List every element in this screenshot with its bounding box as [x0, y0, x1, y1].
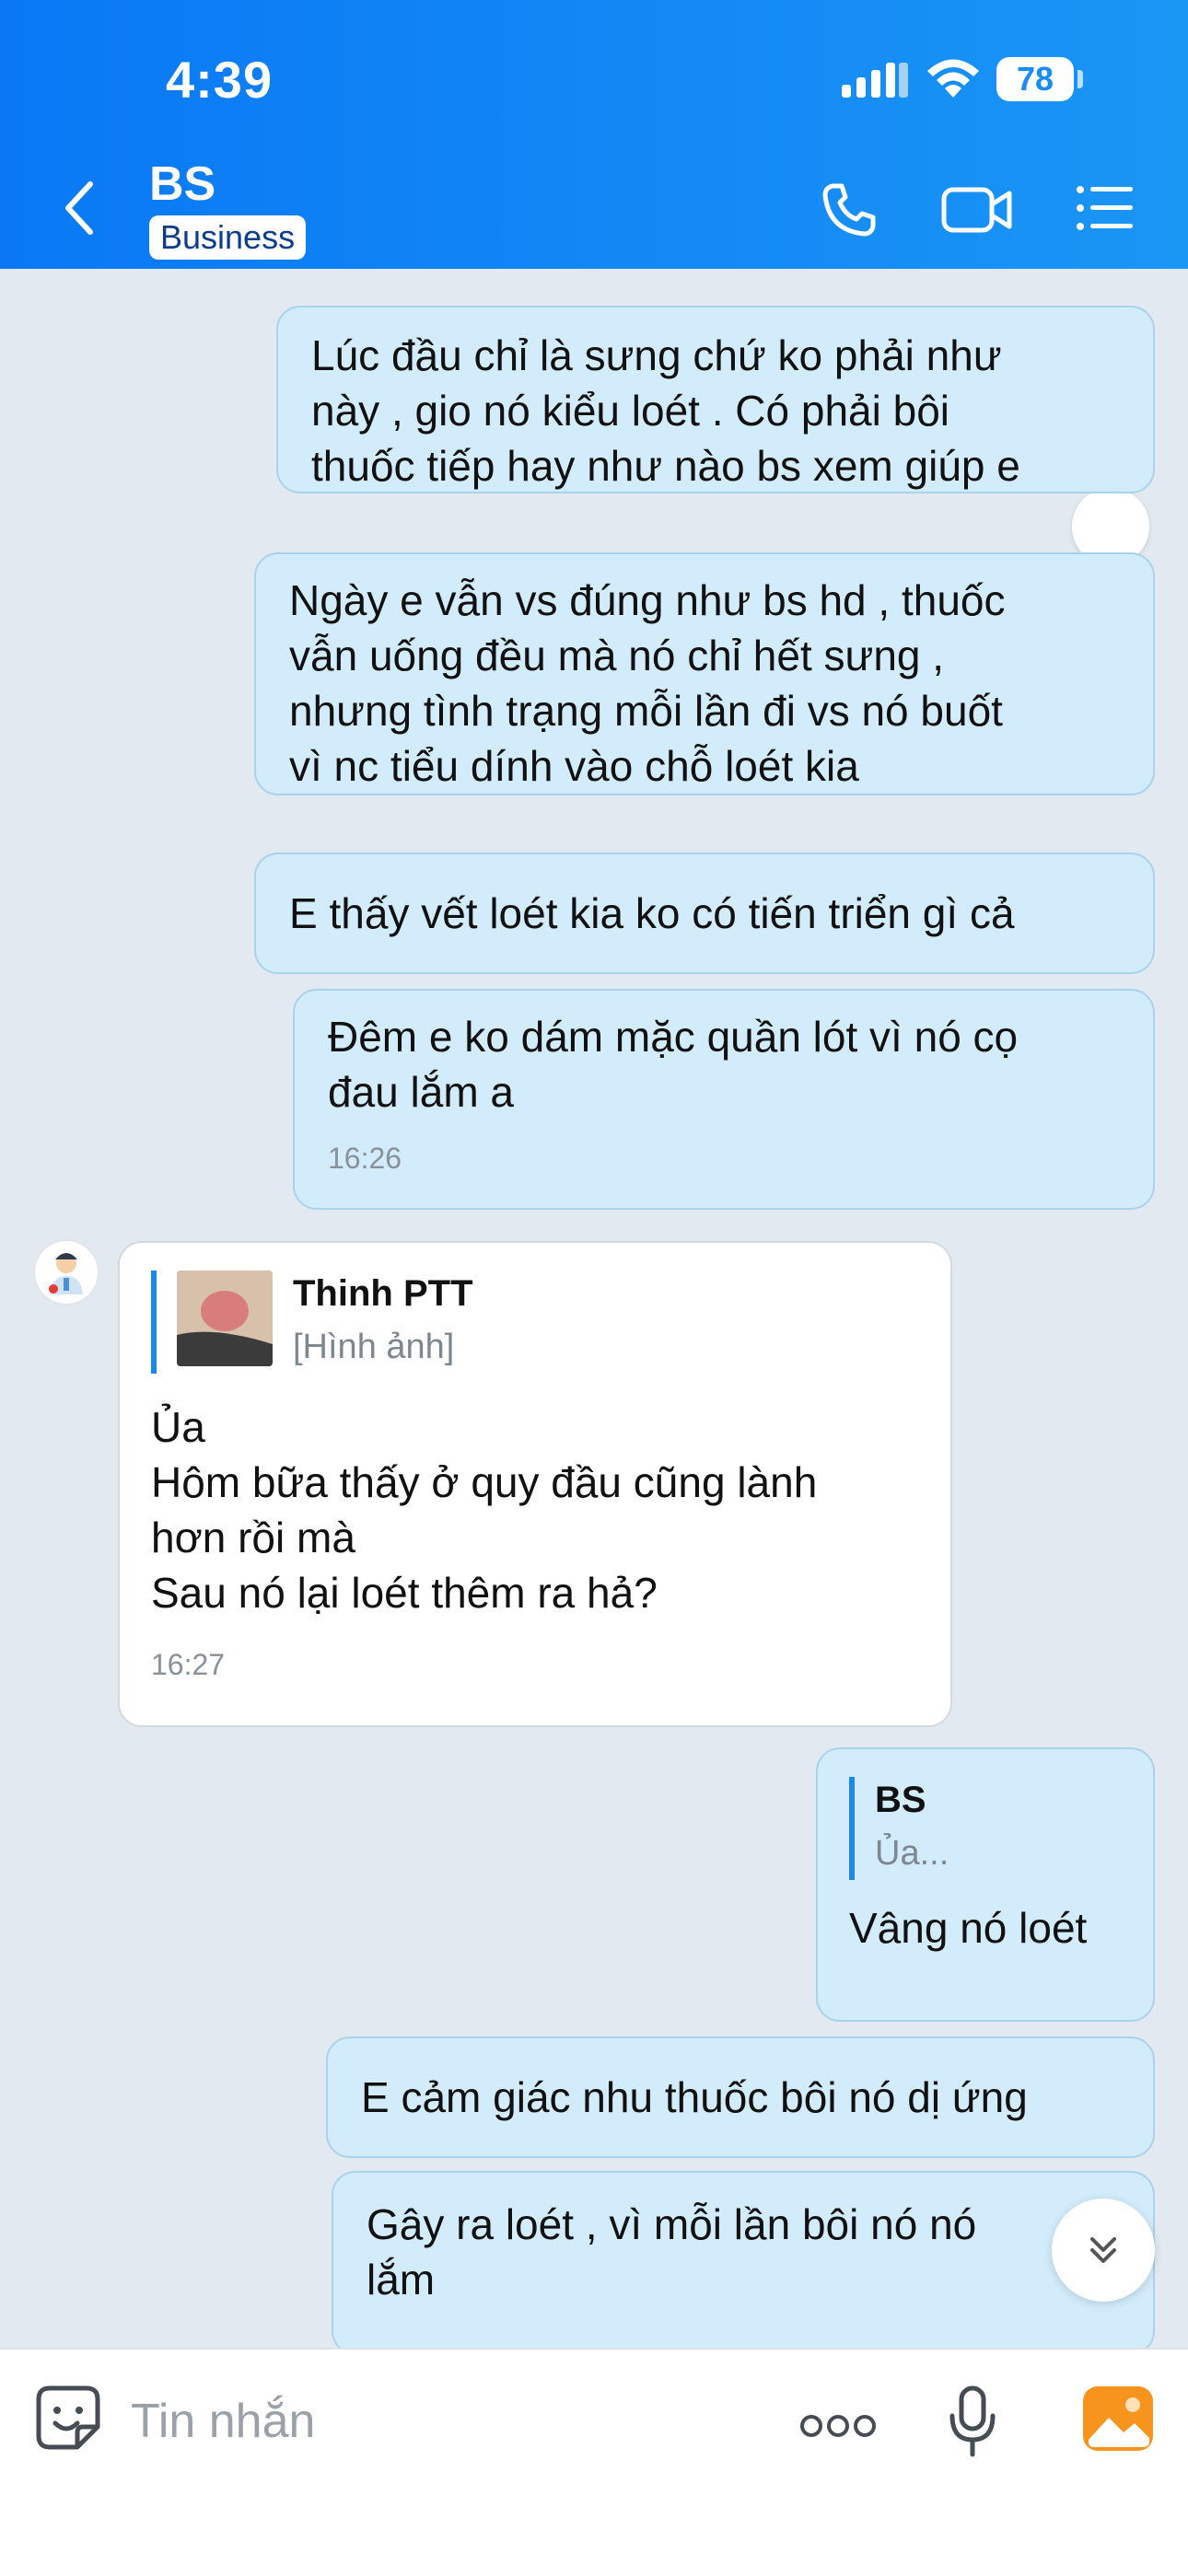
scroll-down-button[interactable] [1052, 2199, 1155, 2302]
message-input-bar: Tin nhắn [0, 2348, 1188, 2576]
quote-author: Thinh PTT [293, 1273, 473, 1314]
back-icon[interactable] [61, 180, 98, 236]
sticker-icon[interactable] [33, 2383, 103, 2453]
chat-header: 4:39 78 BS Business [0, 0, 1188, 269]
wifi-icon [927, 59, 979, 98]
quoted-reply[interactable]: Thinh PTT [Hình ảnh] [151, 1271, 919, 1374]
quote-preview: Ủa... [875, 1834, 949, 1873]
outgoing-message[interactable]: Đêm e ko dám mặc quần lót vì nó cọ đau l… [293, 989, 1155, 1210]
chat-title[interactable]: BS [149, 157, 215, 212]
avatar[interactable] [33, 1239, 99, 1305]
message-time: 16:26 [328, 1142, 402, 1175]
cellular-signal-icon [842, 63, 908, 98]
outgoing-message[interactable]: Lúc đầu chỉ là sưng chứ ko phải như này … [276, 306, 1155, 493]
doctor-avatar-icon [33, 1239, 99, 1305]
message-text: Lúc đầu chỉ là sưng chứ ko phải như này … [311, 331, 1020, 490]
more-icon[interactable] [799, 2414, 877, 2438]
message-text: Đêm e ko dám mặc quần lót vì nó cọ đau l… [328, 1013, 1019, 1116]
status-time: 4:39 [166, 51, 274, 109]
message-input[interactable]: Tin nhắn [131, 2394, 315, 2449]
video-call-icon[interactable] [941, 184, 1013, 236]
outgoing-message[interactable]: Gây ra loét , vì mỗi lần bôi nó nó lắm [332, 2171, 1155, 2348]
business-badge: Business [149, 215, 307, 260]
incoming-message[interactable]: Thinh PTT [Hình ảnh] Ủa Hôm bữa thấy ở q… [118, 1241, 952, 1727]
message-text: Gây ra loét , vì mỗi lần bôi nó nó lắm [367, 2200, 977, 2303]
gallery-icon[interactable] [1081, 2383, 1155, 2453]
outgoing-message[interactable]: E cảm giác nhu thuốc bôi nó dị ứng [326, 2036, 1155, 2158]
message-text: Ủa Hôm bữa thấy ở quy đầu cũng lành hơn … [151, 1403, 818, 1617]
quoted-reply[interactable]: BS Ủa... [849, 1777, 1122, 1880]
message-time: 16:27 [151, 1648, 226, 1681]
message-text: Ngày e vẫn vs đúng như bs hd , thuốc vẫn… [289, 576, 1006, 790]
quote-author: BS [875, 1780, 926, 1820]
quoted-image-thumbnail [177, 1271, 273, 1366]
microphone-icon[interactable] [949, 2385, 996, 2458]
outgoing-message[interactable]: BS Ủa... Vâng nó loét [816, 1747, 1155, 2022]
message-text: Vâng nó loét [849, 1904, 1088, 1952]
message-text: E thấy vết loét kia ko có tiến triển gì … [289, 889, 1015, 937]
phone-icon[interactable] [820, 180, 879, 239]
quote-preview: [Hình ảnh] [293, 1328, 455, 1366]
outgoing-message[interactable]: Ngày e vẫn vs đúng như bs hd , thuốc vẫn… [254, 552, 1155, 795]
scroll-down-icon [1090, 2237, 1116, 2263]
outgoing-message[interactable]: E thấy vết loét kia ko có tiến triển gì … [254, 853, 1155, 974]
message-list[interactable]: Lúc đầu chỉ là sưng chứ ko phải như này … [0, 269, 1188, 2348]
battery-level: 78 [996, 57, 1074, 101]
list-menu-icon[interactable] [1076, 184, 1135, 232]
battery-cap [1077, 70, 1083, 88]
message-text: E cảm giác nhu thuốc bôi nó dị ứng [361, 2073, 1028, 2121]
